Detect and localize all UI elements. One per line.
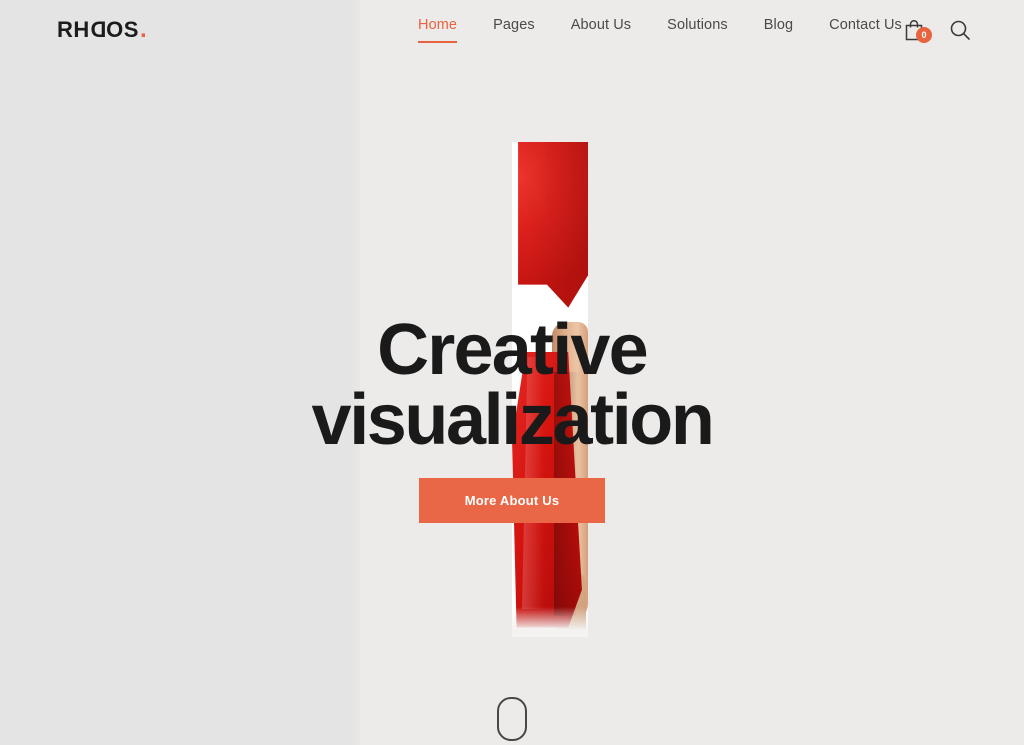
hero-image <box>512 142 588 637</box>
logo-accent-dot: . <box>139 16 148 43</box>
background-panel-right <box>360 0 1024 745</box>
nav-item-pages[interactable]: Pages <box>475 17 553 43</box>
scroll-down-indicator[interactable] <box>497 697 527 741</box>
header-actions: 0 <box>902 16 972 44</box>
nav-item-home[interactable]: Home <box>400 17 475 43</box>
search-icon <box>950 20 970 40</box>
cart-count-badge: 0 <box>916 27 932 43</box>
nav-item-solutions[interactable]: Solutions <box>649 17 746 43</box>
nav-item-about-us[interactable]: About Us <box>553 17 649 43</box>
search-button[interactable] <box>948 16 972 44</box>
cart-button[interactable]: 0 <box>902 16 932 44</box>
background-panel-left <box>0 0 360 745</box>
hero-image-canvas <box>512 142 588 637</box>
nav-item-blog[interactable]: Blog <box>746 17 811 43</box>
page-root: RH D OS. Home Pages About Us Solutions Blo… <box>0 0 1024 745</box>
hero-cta-wrapper: More About Us <box>0 478 1024 523</box>
hero-image-bottom-fade <box>512 607 588 637</box>
background-seam <box>352 0 368 745</box>
more-about-us-button[interactable]: More About Us <box>418 478 606 523</box>
site-header: RH D OS. Home Pages About Us Solutions Blo… <box>0 0 1024 62</box>
logo-text-mirrored-d: D <box>89 17 107 42</box>
logo-text-part1: RH <box>57 17 90 42</box>
primary-navigation: Home Pages About Us Solutions Blog Conta… <box>400 17 920 43</box>
logo-text-part2: OS <box>106 17 139 42</box>
site-logo[interactable]: RH D OS. <box>57 16 148 43</box>
